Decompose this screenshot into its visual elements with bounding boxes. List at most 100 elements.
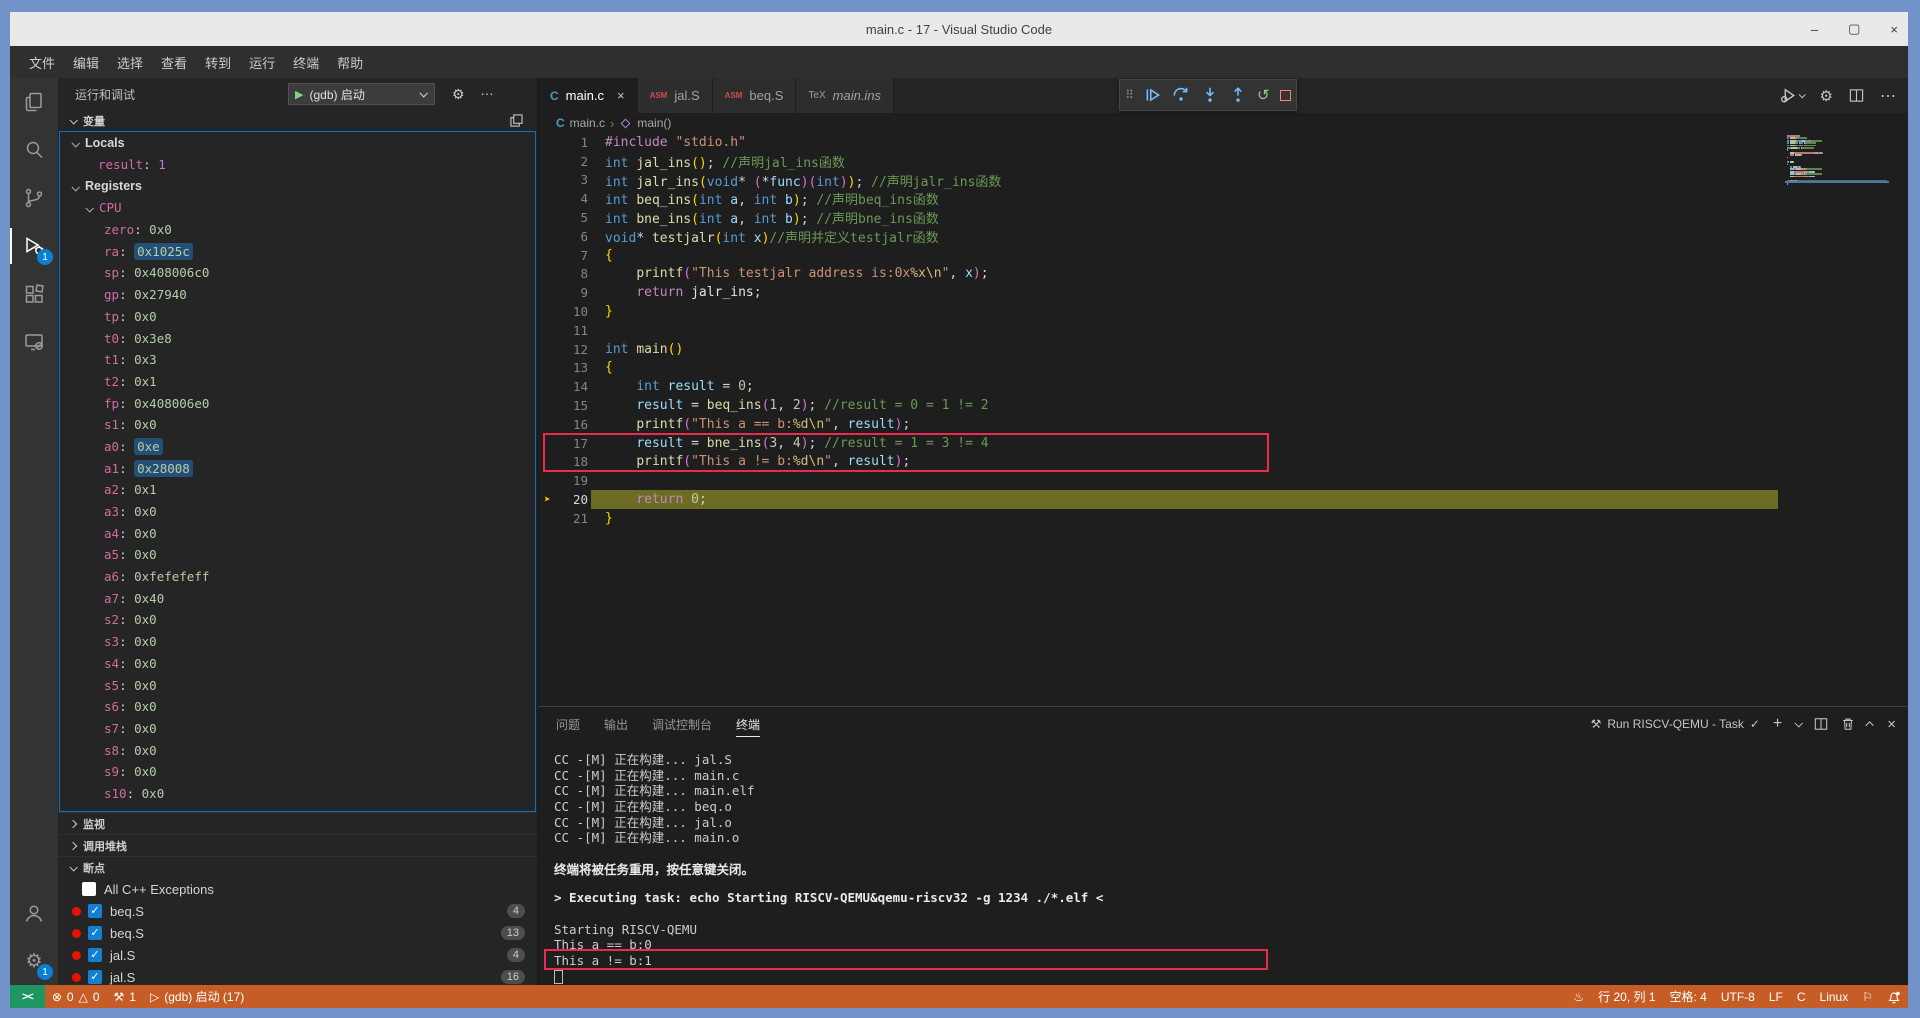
indentation-status[interactable]: 空格: 4	[1663, 985, 1714, 1008]
more-actions-icon[interactable]: ⋯	[1880, 86, 1896, 106]
variable-row-a5[interactable]: a5: 0x0	[60, 544, 535, 566]
menu-item-帮助[interactable]: 帮助	[328, 49, 372, 76]
variable-row-t0[interactable]: t0: 0x3e8	[60, 327, 535, 349]
variable-row-s5[interactable]: s5: 0x0	[60, 674, 535, 696]
close-panel-icon[interactable]: ×	[1887, 716, 1896, 733]
tab-jal.S[interactable]: ASMjal.S	[638, 78, 713, 113]
problems-status[interactable]: ⊗0 △0	[45, 985, 107, 1008]
variable-row-tp[interactable]: tp: 0x0	[60, 306, 535, 328]
variable-row-s10[interactable]: s10: 0x0	[60, 783, 535, 805]
code-line-19[interactable]: 19	[538, 471, 1908, 490]
variable-row-s4[interactable]: s4: 0x0	[60, 653, 535, 675]
settings-gear-icon[interactable]: ⚙	[1820, 87, 1833, 105]
variable-row-a3[interactable]: a3: 0x0	[60, 501, 535, 523]
code-line-8[interactable]: 8 printf("This testjalr address is:0x%x\…	[538, 265, 1908, 284]
task-status[interactable]: ⚒1	[107, 985, 143, 1008]
more-actions-icon[interactable]: …	[480, 82, 495, 98]
variable-row-ra[interactable]: ra: 0x1025c	[60, 240, 535, 262]
variable-row-fp[interactable]: fp: 0x408006e0	[60, 392, 535, 414]
variable-row-sp[interactable]: sp: 0x408006c0	[60, 262, 535, 284]
split-editor-icon[interactable]	[1849, 88, 1864, 103]
code-line-2[interactable]: 2int jal_ins(); //声明jal_ins函数	[538, 152, 1908, 171]
code-line-14[interactable]: 14 int result = 0;	[538, 377, 1908, 396]
encoding-status[interactable]: UTF-8	[1714, 985, 1762, 1008]
menu-item-选择[interactable]: 选择	[108, 49, 152, 76]
panel-tab-输出[interactable]: 输出	[592, 707, 640, 741]
tab-main.ins[interactable]: TeXmain.ins	[796, 78, 894, 113]
run-debug-icon[interactable]: 1	[10, 222, 58, 270]
menu-item-转到[interactable]: 转到	[196, 49, 240, 76]
account-icon[interactable]	[10, 889, 58, 937]
checkbox-checked[interactable]: ✓	[88, 926, 102, 940]
step-out-icon[interactable]	[1229, 86, 1247, 104]
drag-grip-icon[interactable]: ⠿	[1125, 88, 1134, 102]
variable-row[interactable]: Locals	[60, 132, 535, 154]
watch-section-header[interactable]: 监视	[58, 812, 537, 834]
code-line-6[interactable]: 6void* testjalr(int x)//声明并定义testjalr函数	[538, 227, 1908, 246]
eol-status[interactable]: LF	[1762, 985, 1790, 1008]
close-icon[interactable]: ×	[617, 88, 625, 103]
breakpoint-row[interactable]: ✓beq.S4	[58, 900, 537, 922]
close-button[interactable]: ×	[1890, 22, 1898, 37]
code-line-16[interactable]: 16 printf("This a == b:%d\n", result);	[538, 415, 1908, 434]
tab-main.c[interactable]: Cmain.c×	[538, 78, 638, 113]
minimize-button[interactable]: –	[1811, 22, 1818, 37]
panel-tab-终端[interactable]: 终端	[724, 707, 772, 741]
variable-row-s9[interactable]: s9: 0x0	[60, 761, 535, 783]
stop-icon[interactable]	[1280, 90, 1291, 101]
code-line-15[interactable]: 15 result = beq_ins(1, 2); //result = 0 …	[538, 396, 1908, 415]
variable-row-s2[interactable]: s2: 0x0	[60, 609, 535, 631]
code-line-4[interactable]: 4int beq_ins(int a, int b); //声明beq_ins函…	[538, 189, 1908, 208]
panel-tab-调试控制台[interactable]: 调试控制台	[640, 707, 724, 741]
variable-row[interactable]: Registers	[60, 175, 535, 197]
code-line-9[interactable]: 9 return jalr_ins;	[538, 283, 1908, 302]
variable-row-zero[interactable]: zero: 0x0	[60, 219, 535, 241]
run-or-debug-icon[interactable]	[1780, 87, 1804, 104]
menu-item-运行[interactable]: 运行	[240, 49, 284, 76]
checkbox-checked[interactable]: ✓	[88, 904, 102, 918]
code-line-10[interactable]: 10}	[538, 302, 1908, 321]
variable-row-a0[interactable]: a0: 0xe	[60, 436, 535, 458]
menu-item-编辑[interactable]: 编辑	[64, 49, 108, 76]
debug-config-dropdown[interactable]: ▶ (gdb) 启动	[288, 83, 435, 105]
breakpoint-row[interactable]: ✓jal.S4	[58, 944, 537, 966]
variable-row-s3[interactable]: s3: 0x0	[60, 631, 535, 653]
restart-icon[interactable]: ↺	[1257, 88, 1270, 103]
cursor-position-status[interactable]: 行 20, 列 1	[1591, 985, 1662, 1008]
variable-row-s8[interactable]: s8: 0x0	[60, 739, 535, 761]
variable-row-a4[interactable]: a4: 0x0	[60, 522, 535, 544]
extensions-icon[interactable]	[10, 270, 58, 318]
variable-row-a7[interactable]: a7: 0x40	[60, 587, 535, 609]
code-line-12[interactable]: 12int main()	[538, 340, 1908, 359]
variable-row-a2[interactable]: a2: 0x1	[60, 479, 535, 501]
menu-item-终端[interactable]: 终端	[284, 49, 328, 76]
os-status[interactable]: Linux	[1813, 985, 1856, 1008]
code-line-11[interactable]: 11	[538, 321, 1908, 340]
new-terminal-icon[interactable]: +	[1773, 715, 1782, 733]
variable-row-s11[interactable]: s11: 0x0	[60, 804, 535, 812]
maximize-panel-icon[interactable]	[1866, 721, 1874, 729]
notifications-bell-icon[interactable]	[1880, 985, 1908, 1008]
terminal-task-selector[interactable]: ⚒ Run RISCV-QEMU - Task ✓	[1591, 717, 1760, 731]
search-icon[interactable]	[10, 126, 58, 174]
chevron-down-icon[interactable]	[1795, 719, 1803, 727]
code-editor[interactable]: 1#include "stdio.h"2int jal_ins(); //声明j…	[538, 133, 1908, 706]
breakpoint-row[interactable]: ✓beq.S13	[58, 922, 537, 944]
kill-terminal-icon[interactable]	[1841, 717, 1855, 731]
variable-row-s6[interactable]: s6: 0x0	[60, 696, 535, 718]
tab-beq.S[interactable]: ASMbeq.S	[713, 78, 797, 113]
variable-row-a6[interactable]: a6: 0xfefefeff	[60, 566, 535, 588]
continue-icon[interactable]	[1144, 86, 1162, 104]
variables-tree[interactable]: Localsresult: 1RegistersCPUzero: 0x0ra: …	[59, 131, 536, 812]
step-into-icon[interactable]	[1201, 86, 1219, 104]
breakpoint-exceptions-row[interactable]: All C++ Exceptions	[58, 878, 537, 900]
remote-explorer-icon[interactable]	[10, 318, 58, 366]
panel-tab-问题[interactable]: 问题	[544, 707, 592, 741]
variable-row-t1[interactable]: t1: 0x3	[60, 349, 535, 371]
code-line-20[interactable]: ➤20 return 0;	[538, 490, 1908, 509]
split-terminal-icon[interactable]	[1814, 717, 1828, 731]
variables-section-header[interactable]: 变量	[58, 110, 537, 131]
variable-row-a1[interactable]: a1: 0x28008	[60, 457, 535, 479]
code-line-3[interactable]: 3int jalr_ins(void* (*func)(int)); //声明j…	[538, 171, 1908, 190]
code-line-1[interactable]: 1#include "stdio.h"	[538, 133, 1908, 152]
